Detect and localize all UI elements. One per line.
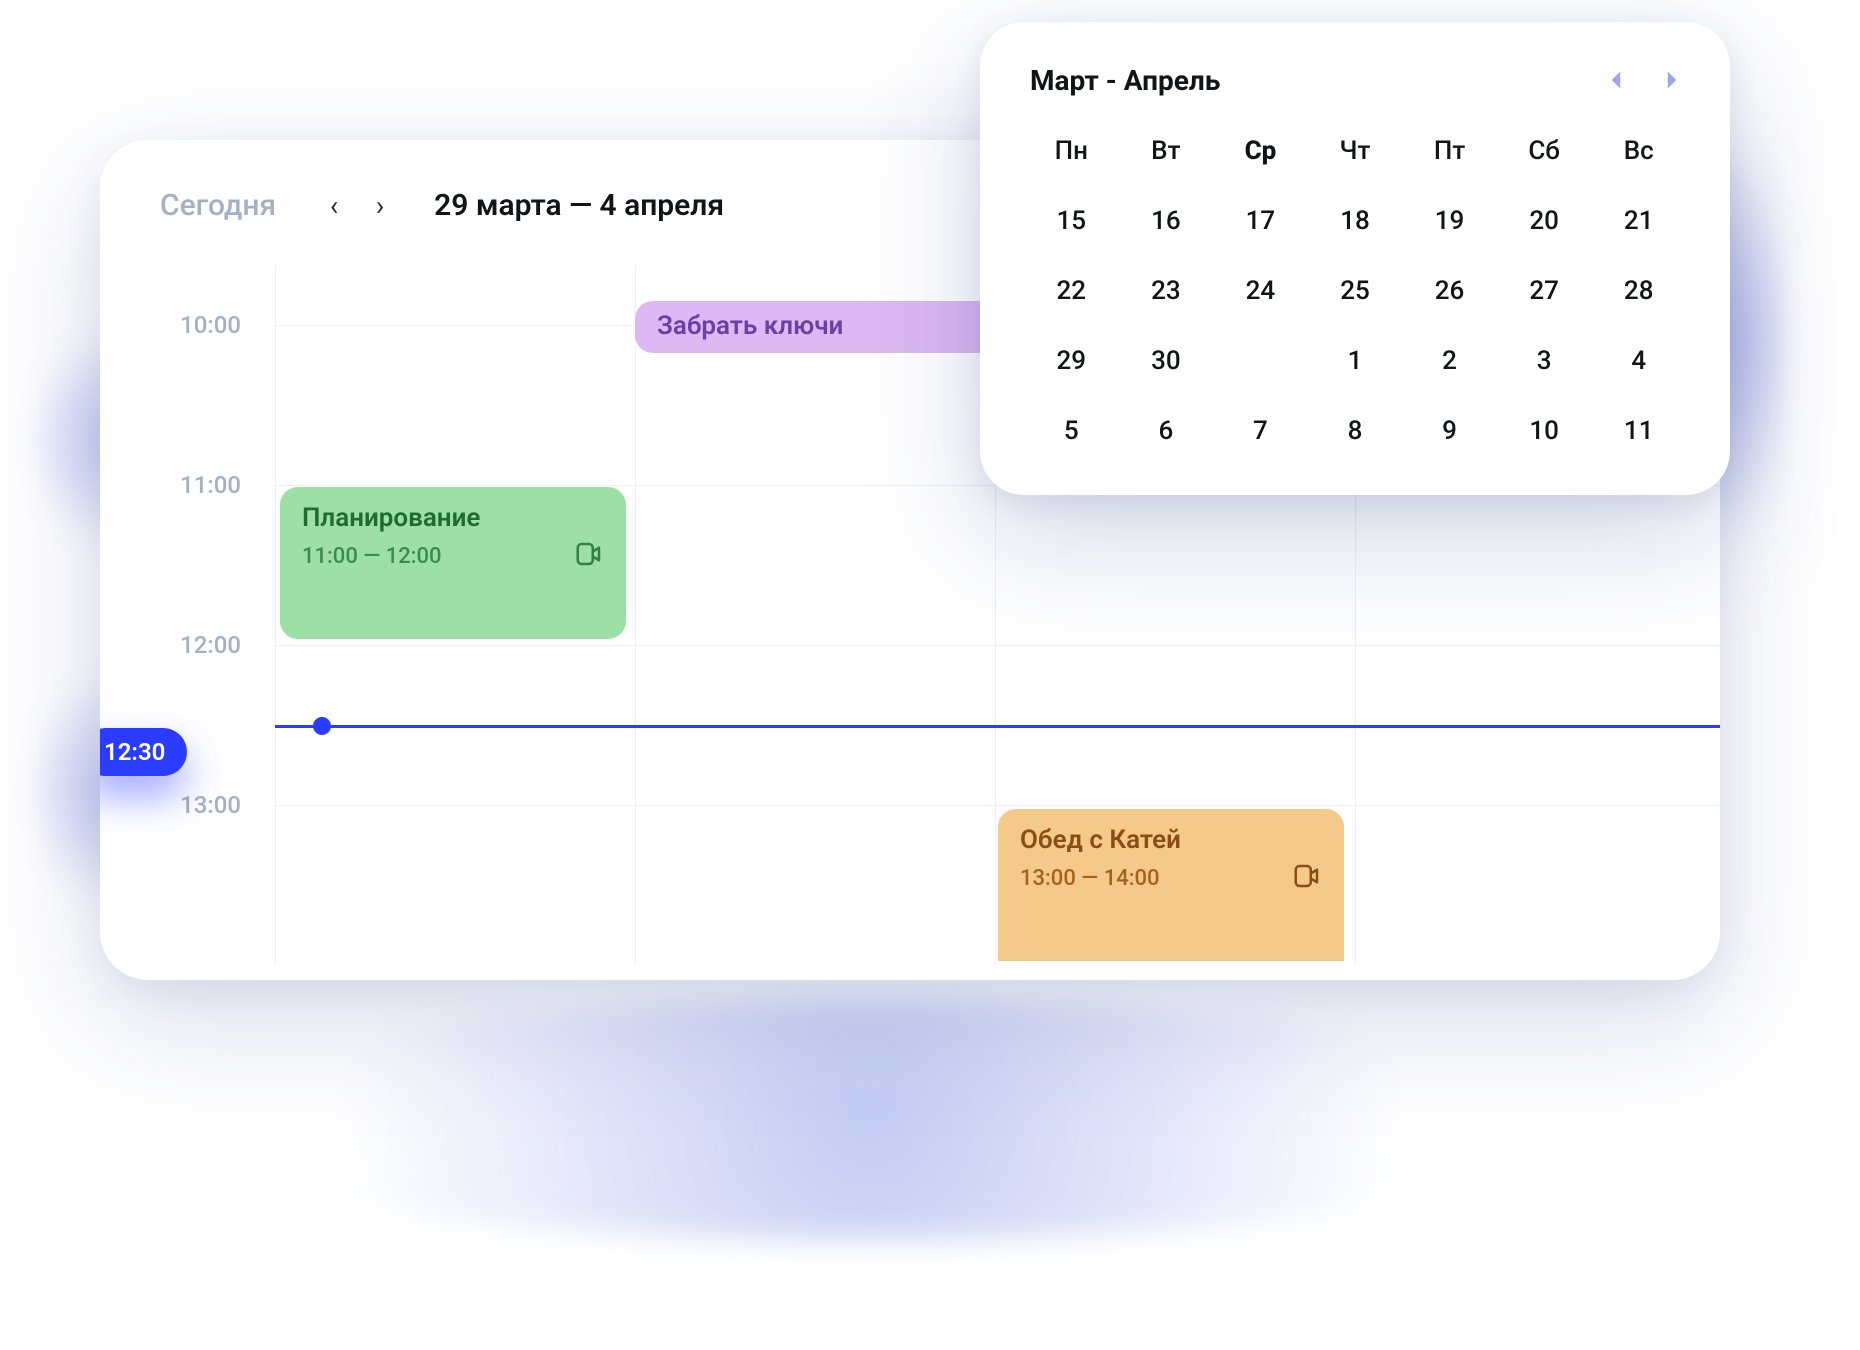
date-cell[interactable]: 1 xyxy=(1308,335,1403,387)
date-cell[interactable]: 28 xyxy=(1591,265,1686,317)
video-call-icon xyxy=(574,539,604,573)
date-cell[interactable]: 21 xyxy=(1591,195,1686,247)
weekday-header: Вт xyxy=(1119,125,1214,177)
prev-week-button[interactable]: ‹ xyxy=(320,189,348,222)
date-cell[interactable]: 22 xyxy=(1024,265,1119,317)
date-cell[interactable]: 8 xyxy=(1308,405,1403,457)
date-cell[interactable]: 5 xyxy=(1024,405,1119,457)
date-cell[interactable]: 16 xyxy=(1119,195,1214,247)
date-cell[interactable]: 23 xyxy=(1119,265,1214,317)
date-cell[interactable]: 19 xyxy=(1402,195,1497,247)
date-cell[interactable]: 20 xyxy=(1497,195,1592,247)
date-cell[interactable]: 17 xyxy=(1213,195,1308,247)
date-cell[interactable]: 2 xyxy=(1402,335,1497,387)
prev-month-button[interactable] xyxy=(1608,70,1624,92)
date-cell[interactable]: 27 xyxy=(1497,265,1592,317)
date-cell[interactable]: 29 xyxy=(1024,335,1119,387)
date-cell[interactable]: 24 xyxy=(1213,265,1308,317)
video-call-icon xyxy=(1292,861,1322,895)
weekday-header: Пт xyxy=(1402,125,1497,177)
event-title: Обед с Катей xyxy=(1020,825,1322,855)
next-month-button[interactable] xyxy=(1664,70,1680,92)
date-picker-title: Март - Апрель xyxy=(1030,64,1220,97)
event-planning[interactable]: Планирование 11:00 — 12:00 xyxy=(280,487,626,639)
event-lunch[interactable]: Обед с Катей 13:00 — 14:00 xyxy=(998,809,1344,961)
hour-label: 10:00 xyxy=(180,311,241,339)
event-title: Планирование xyxy=(302,503,604,533)
date-cell[interactable]: 15 xyxy=(1024,195,1119,247)
date-cell[interactable]: 6 xyxy=(1119,405,1214,457)
decorative-blur xyxy=(120,1000,1620,1240)
date-picker-popover: Март - Апрель ПнВтСрЧтПтСбВс151617181920… xyxy=(980,22,1730,495)
date-cell[interactable]: 11 xyxy=(1591,405,1686,457)
weekday-header: Ср xyxy=(1213,125,1308,177)
today-button[interactable]: Сегодня xyxy=(160,188,276,223)
weekday-header: Пн xyxy=(1024,125,1119,177)
hour-label: 11:00 xyxy=(180,471,241,499)
date-cell[interactable]: 25 xyxy=(1308,265,1403,317)
date-cell[interactable]: 7 xyxy=(1213,405,1308,457)
date-cell[interactable]: 9 xyxy=(1402,405,1497,457)
date-cell[interactable]: 4 xyxy=(1591,335,1686,387)
week-nav: ‹ › xyxy=(320,189,394,222)
date-cell[interactable]: 30 xyxy=(1119,335,1214,387)
next-week-button[interactable]: › xyxy=(366,189,394,222)
date-picker-header: Март - Апрель xyxy=(1024,64,1686,97)
hour-label: 13:00 xyxy=(180,791,241,819)
current-time-dot xyxy=(313,717,331,735)
date-cell[interactable]: 26 xyxy=(1402,265,1497,317)
time-gutter: 10:00 11:00 12:00 13:00 xyxy=(100,265,275,965)
date-range-label: 29 марта — 4 апреля xyxy=(434,188,724,223)
current-time-line xyxy=(275,725,1720,728)
date-cell[interactable]: 3 xyxy=(1497,335,1592,387)
date-picker-nav xyxy=(1608,70,1680,92)
weekday-header: Вс xyxy=(1591,125,1686,177)
current-time-badge: 12:30 xyxy=(100,728,187,776)
hour-label: 12:00 xyxy=(180,631,241,659)
weekday-header: Чт xyxy=(1308,125,1403,177)
date-picker-grid: ПнВтСрЧтПтСбВс15161718192021222324252627… xyxy=(1024,125,1686,457)
event-time: 11:00 — 12:00 xyxy=(302,544,442,569)
date-cell[interactable]: 31 xyxy=(1213,335,1308,387)
date-cell[interactable]: 18 xyxy=(1308,195,1403,247)
weekday-header: Сб xyxy=(1497,125,1592,177)
event-time: 13:00 — 14:00 xyxy=(1020,866,1160,891)
date-cell[interactable]: 10 xyxy=(1497,405,1592,457)
